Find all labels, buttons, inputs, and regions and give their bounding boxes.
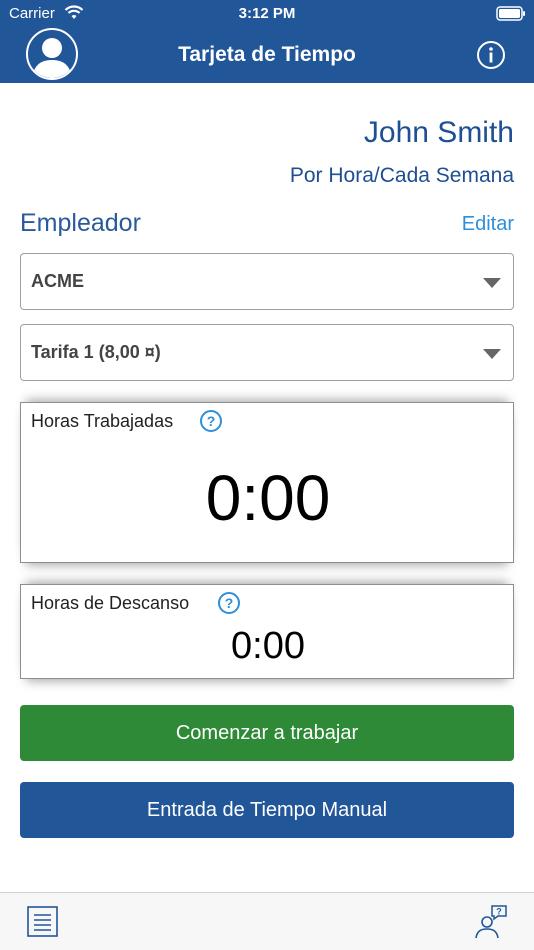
help-icon[interactable]: ? <box>200 410 222 432</box>
info-icon[interactable] <box>476 40 506 70</box>
employee-name: John Smith <box>363 116 514 149</box>
employer-select[interactable]: ACME <box>20 253 514 310</box>
hours-worked-label: Horas Trabajadas <box>31 411 174 431</box>
page-title: Tarjeta de Tiempo <box>178 43 356 66</box>
svg-text:?: ? <box>496 907 502 917</box>
rate-select[interactable]: Tarifa 1 (8,00 ¤) <box>20 324 514 381</box>
list-icon[interactable] <box>27 906 58 937</box>
pay-type: Por Hora/Cada Semana <box>289 164 514 187</box>
edit-employer-link[interactable]: Editar <box>462 213 514 236</box>
manual-entry-button[interactable]: Entrada de Tiempo Manual <box>20 782 514 838</box>
break-hours-label: Horas de Descanso <box>31 593 190 613</box>
battery-icon <box>496 6 526 26</box>
hours-worked-panel: Horas Trabajadas ? 0:00 <box>20 402 514 563</box>
clock-time: 3:12 PM <box>238 5 296 22</box>
support-icon[interactable]: ? <box>473 903 509 939</box>
rate-select-value: Tarifa 1 (8,00 ¤) <box>31 342 161 362</box>
chevron-down-icon <box>483 278 501 288</box>
employer-label: Empleador <box>20 209 141 237</box>
tab-bar: ? <box>0 892 534 950</box>
start-work-button[interactable]: Comenzar a trabajar <box>20 705 514 761</box>
status-bar: Carrier 3:12 PM <box>0 0 534 28</box>
nav-bar: Tarjeta de Tiempo <box>0 28 534 83</box>
break-hours-value: 0:00 <box>231 625 305 667</box>
help-icon[interactable]: ? <box>218 592 240 614</box>
break-hours-panel: Horas de Descanso ? 0:00 <box>20 584 514 679</box>
chevron-down-icon <box>483 349 501 359</box>
employer-select-value: ACME <box>31 271 84 291</box>
hours-worked-value: 0:00 <box>205 462 331 534</box>
